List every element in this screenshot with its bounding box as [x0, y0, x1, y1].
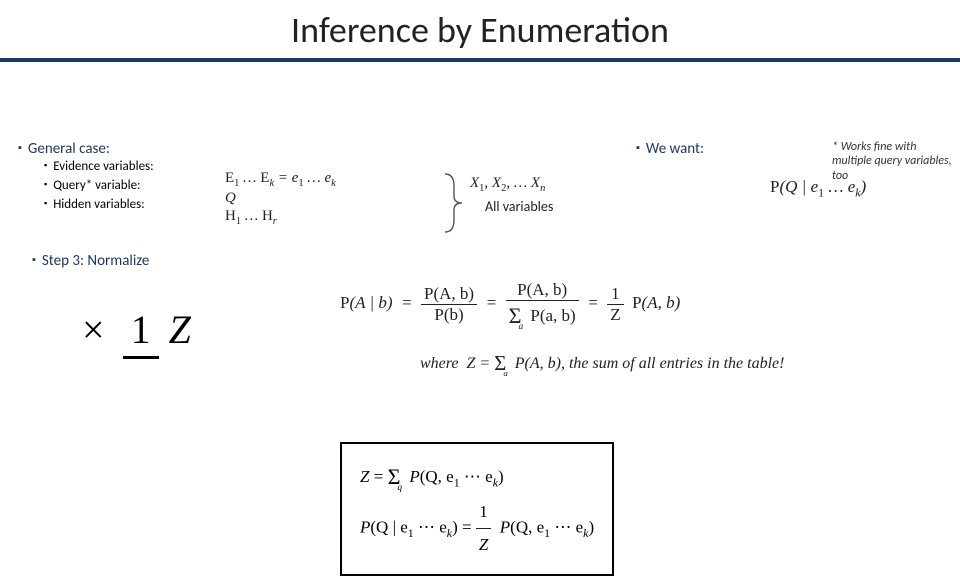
math-hidden-vars: H1 … Hr — [225, 208, 277, 227]
brace-icon — [440, 172, 470, 234]
bullet-step3: ▪Step 3: Normalize — [32, 252, 149, 270]
label: Query* variable: — [53, 178, 140, 193]
boxed-equations: Z = Σq P(Q, e1 ⋯ ek) P(Q | e1 ⋯ ek) = 1Z… — [340, 442, 614, 576]
slide-content: ▪General case: ▪Evidence variables: ▪Que… — [0, 62, 960, 542]
bullet-evidence: ▪Evidence variables: — [44, 158, 154, 177]
bullet-query: ▪Query* variable: — [44, 177, 154, 196]
math-evidence-vars: E1 … Ek = e1 … ek — [225, 170, 336, 189]
math-where-z: where Z = Σa P(A, b), the sum of all ent… — [420, 350, 784, 374]
bullet-we-want: ▪We want: — [636, 140, 704, 158]
times-icon: × — [82, 306, 105, 353]
label: Step 3: Normalize — [42, 252, 149, 270]
bullet-general-case: ▪General case: ▪Evidence variables: ▪Que… — [18, 140, 154, 215]
math-times-one-over-z: × 1 Z — [82, 302, 191, 353]
math-main-equation: P(A | b) = P(A, b)P(b) = P(A, b)Σa P(a, … — [340, 280, 680, 328]
boxed-line-2: P(Q | e1 ⋯ ek) = 1Z P(Q, e1 ⋯ ek) — [360, 496, 594, 562]
label: We want: — [646, 140, 704, 158]
all-variables-label: All variables — [485, 198, 553, 215]
boxed-line-1: Z = Σq P(Q, e1 ⋯ ek) — [360, 454, 594, 496]
label: Hidden variables: — [53, 197, 144, 212]
bullet-hidden: ▪Hidden variables: — [44, 196, 154, 215]
math-query-var: Q — [225, 190, 236, 207]
math-all-vars: X1, X2, … Xn — [470, 175, 545, 194]
slide-title: Inference by Enumeration — [0, 0, 960, 58]
footnote: * Works fine with multiple query variabl… — [832, 140, 952, 183]
label: Evidence variables: — [53, 159, 153, 174]
label: General case: — [28, 140, 110, 158]
numerator: 1 — [123, 307, 159, 359]
denominator: Z — [169, 305, 191, 352]
